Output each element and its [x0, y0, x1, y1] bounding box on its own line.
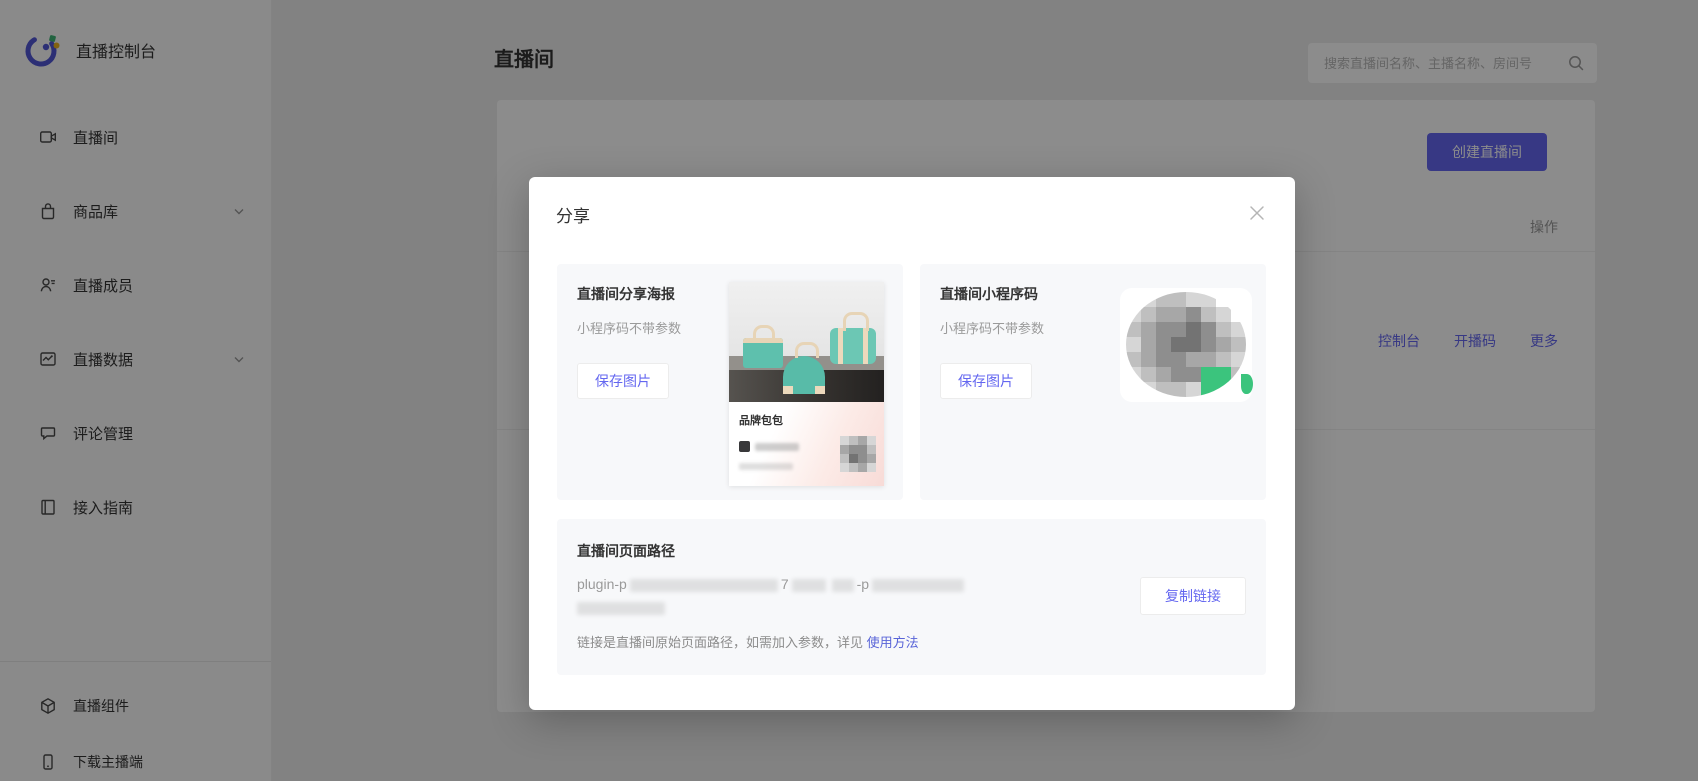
page-path-text: plugin-p 7 -p [577, 573, 1137, 619]
poster-qrcode-thumbnail [840, 436, 876, 472]
path-fragment: 7 [780, 576, 789, 592]
share-cards-row: 直播间分享海报 小程序码不带参数 保存图片 品牌包包 直播间小程序码 小程序码不… [557, 264, 1266, 500]
poster-brand-title: 品牌包包 [739, 415, 783, 427]
share-poster-preview: 品牌包包 [729, 282, 884, 486]
redacted-text [755, 442, 799, 451]
dialog-title: 分享 [556, 207, 590, 226]
share-poster-card: 直播间分享海报 小程序码不带参数 保存图片 品牌包包 [557, 264, 903, 500]
mini-program-code-image [1120, 288, 1253, 402]
mini-program-code-card: 直播间小程序码 小程序码不带参数 保存图片 [920, 264, 1266, 500]
mini-app-icon [739, 441, 750, 452]
redacted-text [831, 578, 854, 592]
path-note: 链接是直播间原始页面路径，如需加入参数，详见 使用方法 [577, 632, 1246, 651]
save-poster-button[interactable]: 保存图片 [577, 363, 669, 399]
card-title: 直播间页面路径 [577, 543, 675, 559]
code-green-badge [1241, 374, 1253, 394]
handbag-image [830, 312, 876, 364]
redacted-text [739, 463, 793, 470]
share-dialog: 分享 直播间分享海报 小程序码不带参数 保存图片 品牌包包 直播间小程序码 小程… [529, 177, 1295, 710]
page-path-card: 直播间页面路径 plugin-p 7 -p 复制链接 链接是直播间原始页面路径，如需… [557, 519, 1266, 675]
usage-guide-link[interactable]: 使用方法 [867, 635, 919, 650]
redacted-text [791, 578, 826, 592]
handbag-image [743, 325, 783, 368]
save-qrcode-button[interactable]: 保存图片 [940, 363, 1032, 399]
handbag-image [783, 342, 825, 394]
close-icon[interactable] [1245, 201, 1269, 225]
redacted-text [629, 578, 778, 592]
poster-info-panel: 品牌包包 [729, 402, 884, 486]
mini-program-code-mosaic [1126, 292, 1246, 397]
redacted-text [577, 601, 665, 615]
note-text: 链接是直播间原始页面路径，如需加入参数，详见 [577, 635, 864, 650]
redacted-text [872, 578, 965, 592]
poster-product-photo [729, 282, 884, 402]
path-fragment: -p [856, 576, 870, 592]
copy-link-button[interactable]: 复制链接 [1140, 577, 1246, 615]
path-prefix: plugin-p [577, 576, 627, 592]
